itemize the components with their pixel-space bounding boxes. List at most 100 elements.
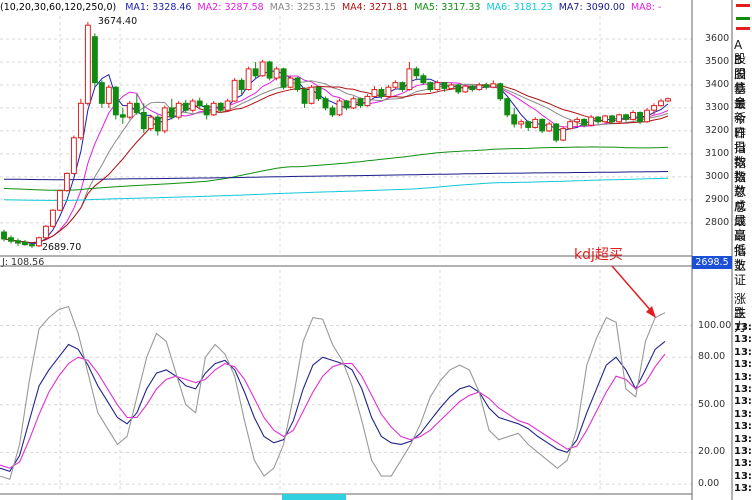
price-tick-label: 3500: [705, 55, 730, 67]
price-tick-label: 3300: [705, 101, 730, 113]
candle-body: [581, 118, 588, 126]
candle-body: [287, 77, 294, 88]
ma-item-ma7: MA7: 3090.00: [558, 2, 625, 13]
candle-body: [98, 82, 105, 104]
candle-body: [574, 118, 581, 123]
candle-body: [112, 86, 119, 116]
candle-body: [539, 118, 546, 132]
candle-body: [273, 68, 280, 79]
candle-body: [637, 112, 643, 123]
candle-body: [8, 237, 14, 242]
price-tick-label: 3100: [705, 147, 730, 159]
annotation-arrow: [611, 265, 653, 313]
side-color-bar: [736, 17, 750, 20]
candle-body: [42, 225, 49, 239]
side-label-bottom: 13:: [734, 396, 752, 408]
candle-body: [546, 123, 553, 132]
candle-body: [658, 100, 664, 107]
kdj-line-d: [0, 353, 666, 469]
kdj-overbought-annotation: kdj超买: [574, 247, 623, 263]
ma-params: (10,20,30,60,120,250,0): [0, 2, 117, 13]
candle-body: [434, 82, 441, 91]
candle-body: [399, 82, 406, 91]
candle-body: [553, 123, 560, 141]
candle-body: [168, 107, 175, 118]
candle-body: [210, 102, 217, 116]
candle-body: [378, 89, 385, 97]
candle-body: [406, 68, 413, 91]
candle-body: [483, 84, 490, 88]
candle-body: [63, 172, 70, 192]
candle-body: [196, 100, 203, 107]
candle-body: [231, 79, 238, 102]
candle-body: [448, 84, 455, 89]
candle-body: [385, 86, 392, 97]
stock-chart[interactable]: [0, 0, 752, 500]
candle-body: [588, 116, 595, 126]
side-color-bar: [736, 27, 750, 30]
ma-item-ma2: MA2: 3287.58: [197, 2, 264, 13]
candle-body: [490, 83, 497, 88]
candle-body: [476, 84, 483, 91]
candle-body: [595, 116, 602, 123]
candle-body: [252, 68, 259, 77]
candle-body: [518, 121, 525, 125]
candle-body: [371, 89, 378, 97]
candle-body: [609, 115, 616, 123]
candle-body: [602, 115, 609, 123]
candle-body: [343, 100, 350, 109]
candle-body: [36, 237, 42, 247]
side-label: 上证: [734, 258, 747, 287]
candle-body: [504, 98, 511, 116]
candle-body: [441, 82, 448, 89]
candle-body: [175, 102, 182, 118]
candle-body: [15, 240, 21, 244]
candle-body: [189, 100, 196, 111]
side-label-bottom: 13:: [734, 421, 752, 433]
candle-body: [315, 86, 322, 100]
candle-body: [133, 102, 140, 114]
kdj-line-j: [0, 305, 666, 481]
side-label-bottom: 13:: [734, 446, 752, 457]
candle-body: [56, 190, 63, 211]
candle-body: [105, 86, 112, 104]
candle-body: [455, 84, 462, 93]
candle-body: [665, 98, 671, 102]
kdj-tick-label: 0.00: [698, 478, 720, 490]
candle-body: [462, 85, 469, 93]
scroll-thumb: [282, 494, 346, 500]
candle-body: [364, 95, 371, 107]
candle-body: [119, 114, 126, 118]
price-tick-label: 3000: [705, 170, 730, 182]
candle-body: [294, 77, 301, 91]
ma-item-ma8: MA8: -: [630, 2, 662, 13]
side-label-bottom: 13:: [734, 458, 752, 470]
kdj-tick-label: 80.00: [698, 351, 726, 363]
candle-body: [77, 102, 84, 139]
candle-body: [259, 61, 266, 77]
side-label-bottom: 13:: [734, 371, 752, 383]
candle-body: [427, 82, 434, 91]
side-label-bottom: 13:: [734, 433, 752, 445]
candle-body: [644, 109, 650, 123]
candle-body: [29, 244, 35, 247]
candle-body: [623, 114, 630, 120]
ma-item-ma3: MA3: 3253.15: [269, 2, 336, 13]
candle-body: [182, 102, 189, 111]
price-tick-label: 2800: [705, 216, 730, 228]
candlestick-series: [1, 21, 671, 249]
candle-body: [392, 82, 399, 88]
candle-body: [70, 137, 77, 174]
candle-body: [140, 112, 147, 130]
candle-body: [280, 68, 287, 88]
side-label-bottom: 13:: [734, 322, 752, 333]
candle-body: [224, 100, 231, 111]
side-label-bottom: 13:: [734, 346, 752, 358]
candle-body: [217, 102, 224, 111]
ma-item-ma5: MA5: 3317.33: [414, 2, 481, 13]
price-tick-label: 3200: [705, 124, 730, 136]
candle-body: [420, 75, 427, 84]
candle-body: [238, 79, 245, 91]
kdj-lines: [0, 305, 666, 481]
ma-item-ma4: MA4: 3271.81: [341, 2, 409, 13]
